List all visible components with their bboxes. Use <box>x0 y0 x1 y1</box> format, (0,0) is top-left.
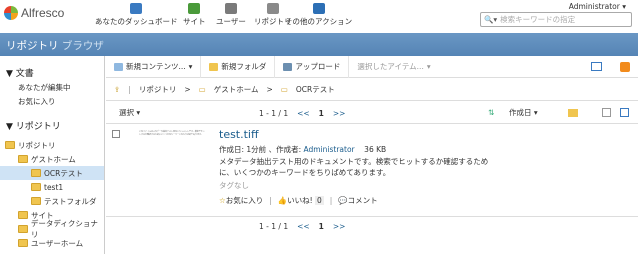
crumb-folder-icon: ▭ <box>198 85 206 94</box>
docs-header[interactable]: ▼ 文書 <box>0 66 104 79</box>
new-folder-button[interactable]: 新規フォルダ <box>201 55 276 78</box>
document-tags: タグなし <box>219 181 249 190</box>
document-actions: ☆お気に入り | 👍いいね! 0 | 💬コメント <box>219 195 378 206</box>
document-row[interactable]: このファイルはメタデータ抽出テスト用のドキュメントです。検索でヒットするか確認す… <box>106 125 638 217</box>
page-title: リポジトリ ブラウザ <box>0 33 638 56</box>
toolbar: 新規コンテンツ... ▾ 新規フォルダ アップロード 選択したアイテム... ▾ <box>106 55 638 78</box>
folder-icon <box>18 211 28 219</box>
rss-icon[interactable] <box>620 61 630 72</box>
people-icon <box>224 3 237 14</box>
folders-toggle-icon[interactable] <box>568 108 578 117</box>
select-menu[interactable]: 選択 ▾ <box>119 107 140 118</box>
nav-sites[interactable]: サイト <box>183 3 206 27</box>
next-page[interactable]: >> <box>333 222 346 231</box>
tree-node[interactable]: ゲストホーム <box>0 152 104 166</box>
document-name-link[interactable]: test.tiff <box>219 128 259 141</box>
filter-favorites[interactable]: お気に入り <box>0 96 104 107</box>
folder-icon <box>31 169 41 177</box>
crumb-ocr-test[interactable]: OCRテスト <box>296 84 335 95</box>
pager-bottom: 1 - 1 / 1 << 1 >> <box>259 222 346 231</box>
left-panel: ▼ 文書 あなたが編集中 お気に入り ▼ リポジトリ リポジトリ ゲストホーム OC… <box>0 56 105 254</box>
simple-view-icon[interactable] <box>602 108 611 117</box>
folder-icon <box>18 155 28 163</box>
detailed-view-icon[interactable] <box>620 108 629 117</box>
folder-icon <box>5 141 15 149</box>
search-icon: 🔍▾ <box>484 15 498 24</box>
tree-node[interactable]: test1 <box>0 180 104 194</box>
alfresco-logo[interactable]: Alfresco <box>4 6 64 20</box>
tree-node[interactable]: リポジトリ <box>0 138 104 152</box>
upload-button[interactable]: アップロード <box>275 55 350 78</box>
folder-icon <box>31 183 41 191</box>
selected-items-button[interactable]: 選択したアイテム... ▾ <box>349 56 438 78</box>
page-number[interactable]: 1 <box>319 222 324 231</box>
search-box[interactable]: 🔍▾ 検索キーワードの指定 <box>480 12 632 27</box>
sort-menu[interactable]: 作成日 ▾ <box>509 107 538 118</box>
list-controls: 選択 ▾ 1 - 1 / 1 << 1 >> ⇅ 作成日 ▾ <box>106 102 638 124</box>
folder-icon <box>209 62 219 71</box>
folder-up-icon[interactable]: ⇪ <box>114 85 120 94</box>
breadcrumb: ⇪ | リポジトリ > ▭ ゲストホーム > ▭ OCRテスト <box>106 79 638 101</box>
new-content-button[interactable]: 新規コンテンツ... ▾ <box>106 55 202 78</box>
nav-more[interactable]: その他のアクション <box>285 3 352 27</box>
prev-page[interactable]: << <box>297 222 310 231</box>
page-number[interactable]: 1 <box>319 109 324 118</box>
crumb-repository[interactable]: リポジトリ <box>139 84 177 95</box>
prev-page[interactable]: << <box>297 109 310 118</box>
folder-icon <box>18 239 28 247</box>
nav-dashboard[interactable]: あなたのダッシュボード <box>95 3 178 27</box>
nav-people[interactable]: ユーザー <box>216 3 246 27</box>
document-description: メタデータ抽出テスト用のドキュメントです。検索でヒットするか確認するために、いく… <box>219 157 489 177</box>
crumb-folder-icon: ▭ <box>280 85 288 94</box>
panel-toggle-icon[interactable] <box>591 62 602 71</box>
next-page[interactable]: >> <box>333 109 346 118</box>
favorite-action[interactable]: ☆お気に入り <box>219 195 263 206</box>
user-menu[interactable]: Administrator ▾ <box>569 2 626 11</box>
dashboard-icon <box>130 3 143 14</box>
header: Alfresco あなたのダッシュボード サイト ユーザー リポジトリ その他のアクショ… <box>0 0 638 32</box>
like-action[interactable]: 👍いいね! 0 <box>278 195 324 206</box>
document-thumbnail[interactable]: このファイルはメタデータ抽出テスト用のドキュメントです。検索でヒットするか確認す… <box>139 130 205 156</box>
star-icon: ☆ <box>219 196 226 205</box>
more-icon <box>312 3 325 14</box>
row-checkbox[interactable] <box>112 130 120 138</box>
tree-node[interactable]: データディクショナリ <box>0 219 104 239</box>
sort-order-icon[interactable]: ⇅ <box>488 108 494 117</box>
thumbs-up-icon: 👍 <box>277 196 288 205</box>
author-link[interactable]: Administrator <box>303 145 354 154</box>
main-panel: 新規コンテンツ... ▾ 新規フォルダ アップロード 選択したアイテム... ▾… <box>106 55 638 254</box>
search-input[interactable]: 検索キーワードの指定 <box>500 14 575 25</box>
repo-header[interactable]: ▼ リポジトリ <box>0 119 104 132</box>
tree-node[interactable]: OCRテスト <box>0 166 104 180</box>
tree-node[interactable]: テストフォルダ <box>0 194 104 208</box>
repository-icon <box>266 3 279 14</box>
comment-icon: 💬 <box>338 196 348 205</box>
sites-icon <box>188 3 201 14</box>
crumb-guest-home[interactable]: ゲストホーム <box>214 84 259 95</box>
pager-top: 1 - 1 / 1 << 1 >> <box>259 109 346 118</box>
document-meta: 作成日: 1分前 、作成者: Administrator 36 KB <box>219 145 387 154</box>
upload-icon <box>283 62 293 71</box>
folder-icon <box>18 225 28 233</box>
filter-editing[interactable]: あなたが編集中 <box>0 82 104 93</box>
alfresco-flower-icon <box>4 6 18 20</box>
folder-icon <box>31 197 41 205</box>
new-content-icon <box>114 62 123 71</box>
comment-action[interactable]: 💬コメント <box>338 195 377 206</box>
